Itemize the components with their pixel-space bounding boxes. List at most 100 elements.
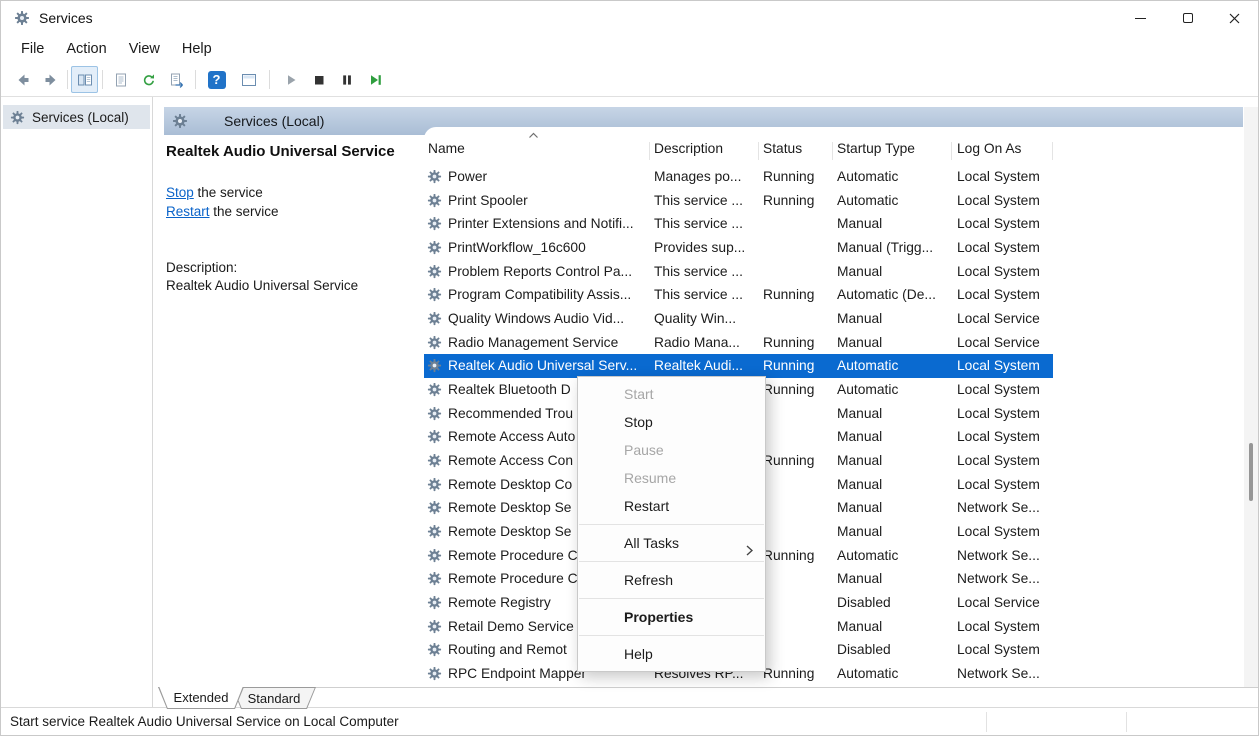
description-text: Realtek Audio Universal Service <box>166 278 416 293</box>
service-row[interactable]: Program Compatibility Assis...This servi… <box>424 283 1053 307</box>
cell-logon-as: Local System <box>957 449 1051 473</box>
menu-item-restart[interactable]: Restart <box>578 492 765 520</box>
pause-service-button[interactable] <box>333 66 360 93</box>
stop-service-line: Stop the service <box>166 185 263 200</box>
service-row[interactable]: PrintWorkflow_16c600Provides sup...Manua… <box>424 236 1053 260</box>
column-header-status[interactable]: Status <box>763 141 802 156</box>
cell-status: Running <box>763 165 831 189</box>
menu-file[interactable]: File <box>10 38 55 60</box>
tab-extended[interactable]: Extended <box>158 687 244 709</box>
service-row[interactable]: Printer Extensions and Notifi...This ser… <box>424 212 1053 236</box>
cell-logon-as: Local System <box>957 354 1051 378</box>
cell-description: This service ... <box>654 283 756 307</box>
selected-service-title: Realtek Audio Universal Service <box>166 143 436 160</box>
services-node-icon <box>10 110 25 125</box>
service-gear-icon <box>427 642 442 657</box>
restart-service-link[interactable]: Restart <box>166 204 210 219</box>
properties-button[interactable] <box>107 66 134 93</box>
column-divider[interactable] <box>832 142 833 160</box>
tab-standard[interactable]: Standard <box>232 687 316 709</box>
menu-action[interactable]: Action <box>55 38 117 60</box>
start-service-button[interactable] <box>277 66 304 93</box>
menu-item-help[interactable]: Help <box>578 640 765 668</box>
column-divider[interactable] <box>758 142 759 160</box>
cell-description: This service ... <box>654 189 756 213</box>
cell-startup-type: Manual <box>837 402 949 426</box>
menu-item-properties[interactable]: Properties <box>578 603 765 631</box>
stop-service-button[interactable] <box>305 66 332 93</box>
cell-name: Quality Windows Audio Vid... <box>448 307 645 331</box>
cell-status: Running <box>763 662 831 686</box>
restart-service-icon <box>367 72 383 88</box>
cell-logon-as: Network Se... <box>957 567 1051 591</box>
service-gear-icon <box>427 193 442 208</box>
stop-service-link[interactable]: Stop <box>166 185 194 200</box>
close-button[interactable] <box>1211 1 1258 35</box>
tab-standard-label: Standard <box>248 691 301 706</box>
column-header-log-on-as[interactable]: Log On As <box>957 141 1021 156</box>
cell-name: Problem Reports Control Pa... <box>448 260 645 284</box>
tree-item-label: Services (Local) <box>32 110 129 125</box>
menu-item-all-tasks[interactable]: All Tasks <box>578 529 765 557</box>
back-button[interactable] <box>9 66 36 93</box>
show-console-tree-button[interactable] <box>71 66 98 93</box>
tree-item-services-local[interactable]: Services (Local) <box>3 105 150 129</box>
cell-logon-as: Local System <box>957 520 1051 544</box>
service-row[interactable]: Radio Management ServiceRadio Mana...Run… <box>424 331 1053 355</box>
service-row[interactable]: Quality Windows Audio Vid...Quality Win.… <box>424 307 1053 331</box>
column-header-name[interactable]: Name <box>428 141 465 156</box>
cell-status: Running <box>763 354 831 378</box>
minimize-button[interactable] <box>1117 1 1164 35</box>
status-text: Start service Realtek Audio Universal Se… <box>10 714 399 729</box>
cell-startup-type: Manual <box>837 473 949 497</box>
cell-startup-type: Automatic <box>837 662 949 686</box>
service-gear-icon <box>427 548 442 563</box>
menu-item-start: Start <box>578 380 765 408</box>
service-gear-icon <box>427 335 442 350</box>
menu-item-refresh[interactable]: Refresh <box>578 566 765 594</box>
scrollbar-thumb[interactable] <box>1249 443 1253 501</box>
export-list-button[interactable] <box>163 66 190 93</box>
close-icon <box>1229 13 1240 24</box>
service-row[interactable]: Realtek Audio Universal Serv...Realtek A… <box>424 354 1053 378</box>
cell-description: Provides sup... <box>654 236 756 260</box>
service-gear-icon <box>427 358 442 373</box>
show-console-tree-icon <box>77 72 93 88</box>
column-divider[interactable] <box>1052 142 1053 160</box>
cell-status: Running <box>763 449 831 473</box>
cell-startup-type: Automatic <box>837 165 949 189</box>
status-bar: Start service Realtek Audio Universal Se… <box>1 707 1258 735</box>
tab-extended-label: Extended <box>174 690 229 705</box>
service-row[interactable]: Problem Reports Control Pa...This servic… <box>424 260 1053 284</box>
service-gear-icon <box>427 311 442 326</box>
menu-view[interactable]: View <box>118 38 171 60</box>
service-row[interactable]: PowerManages po...RunningAutomaticLocal … <box>424 165 1053 189</box>
cell-status: Running <box>763 544 831 568</box>
restart-service-button[interactable] <box>361 66 388 93</box>
refresh-button[interactable] <box>135 66 162 93</box>
toolbar-separator <box>195 70 196 89</box>
extended-view-button[interactable] <box>235 66 262 93</box>
restart-service-line: Restart the service <box>166 204 279 219</box>
menu-separator <box>579 561 764 562</box>
cell-startup-type: Disabled <box>837 591 949 615</box>
service-gear-icon <box>427 477 442 492</box>
service-gear-icon <box>427 571 442 586</box>
vertical-scrollbar[interactable] <box>1244 107 1258 687</box>
description-label: Description: <box>166 260 237 275</box>
column-header-startup-type[interactable]: Startup Type <box>837 141 915 156</box>
maximize-button[interactable] <box>1164 1 1211 35</box>
column-header-description[interactable]: Description <box>654 141 723 156</box>
help-button[interactable]: ? <box>203 66 230 93</box>
cell-logon-as: Local System <box>957 212 1051 236</box>
column-divider[interactable] <box>649 142 650 160</box>
column-divider[interactable] <box>951 142 952 160</box>
forward-button[interactable] <box>37 66 64 93</box>
toolbar-separator <box>269 70 270 89</box>
cell-description: Radio Mana... <box>654 331 756 355</box>
menu-item-stop[interactable]: Stop <box>578 408 765 436</box>
menu-help[interactable]: Help <box>171 38 223 60</box>
service-row[interactable]: Print SpoolerThis service ...RunningAuto… <box>424 189 1053 213</box>
cell-logon-as: Local System <box>957 260 1051 284</box>
back-icon <box>15 72 31 88</box>
